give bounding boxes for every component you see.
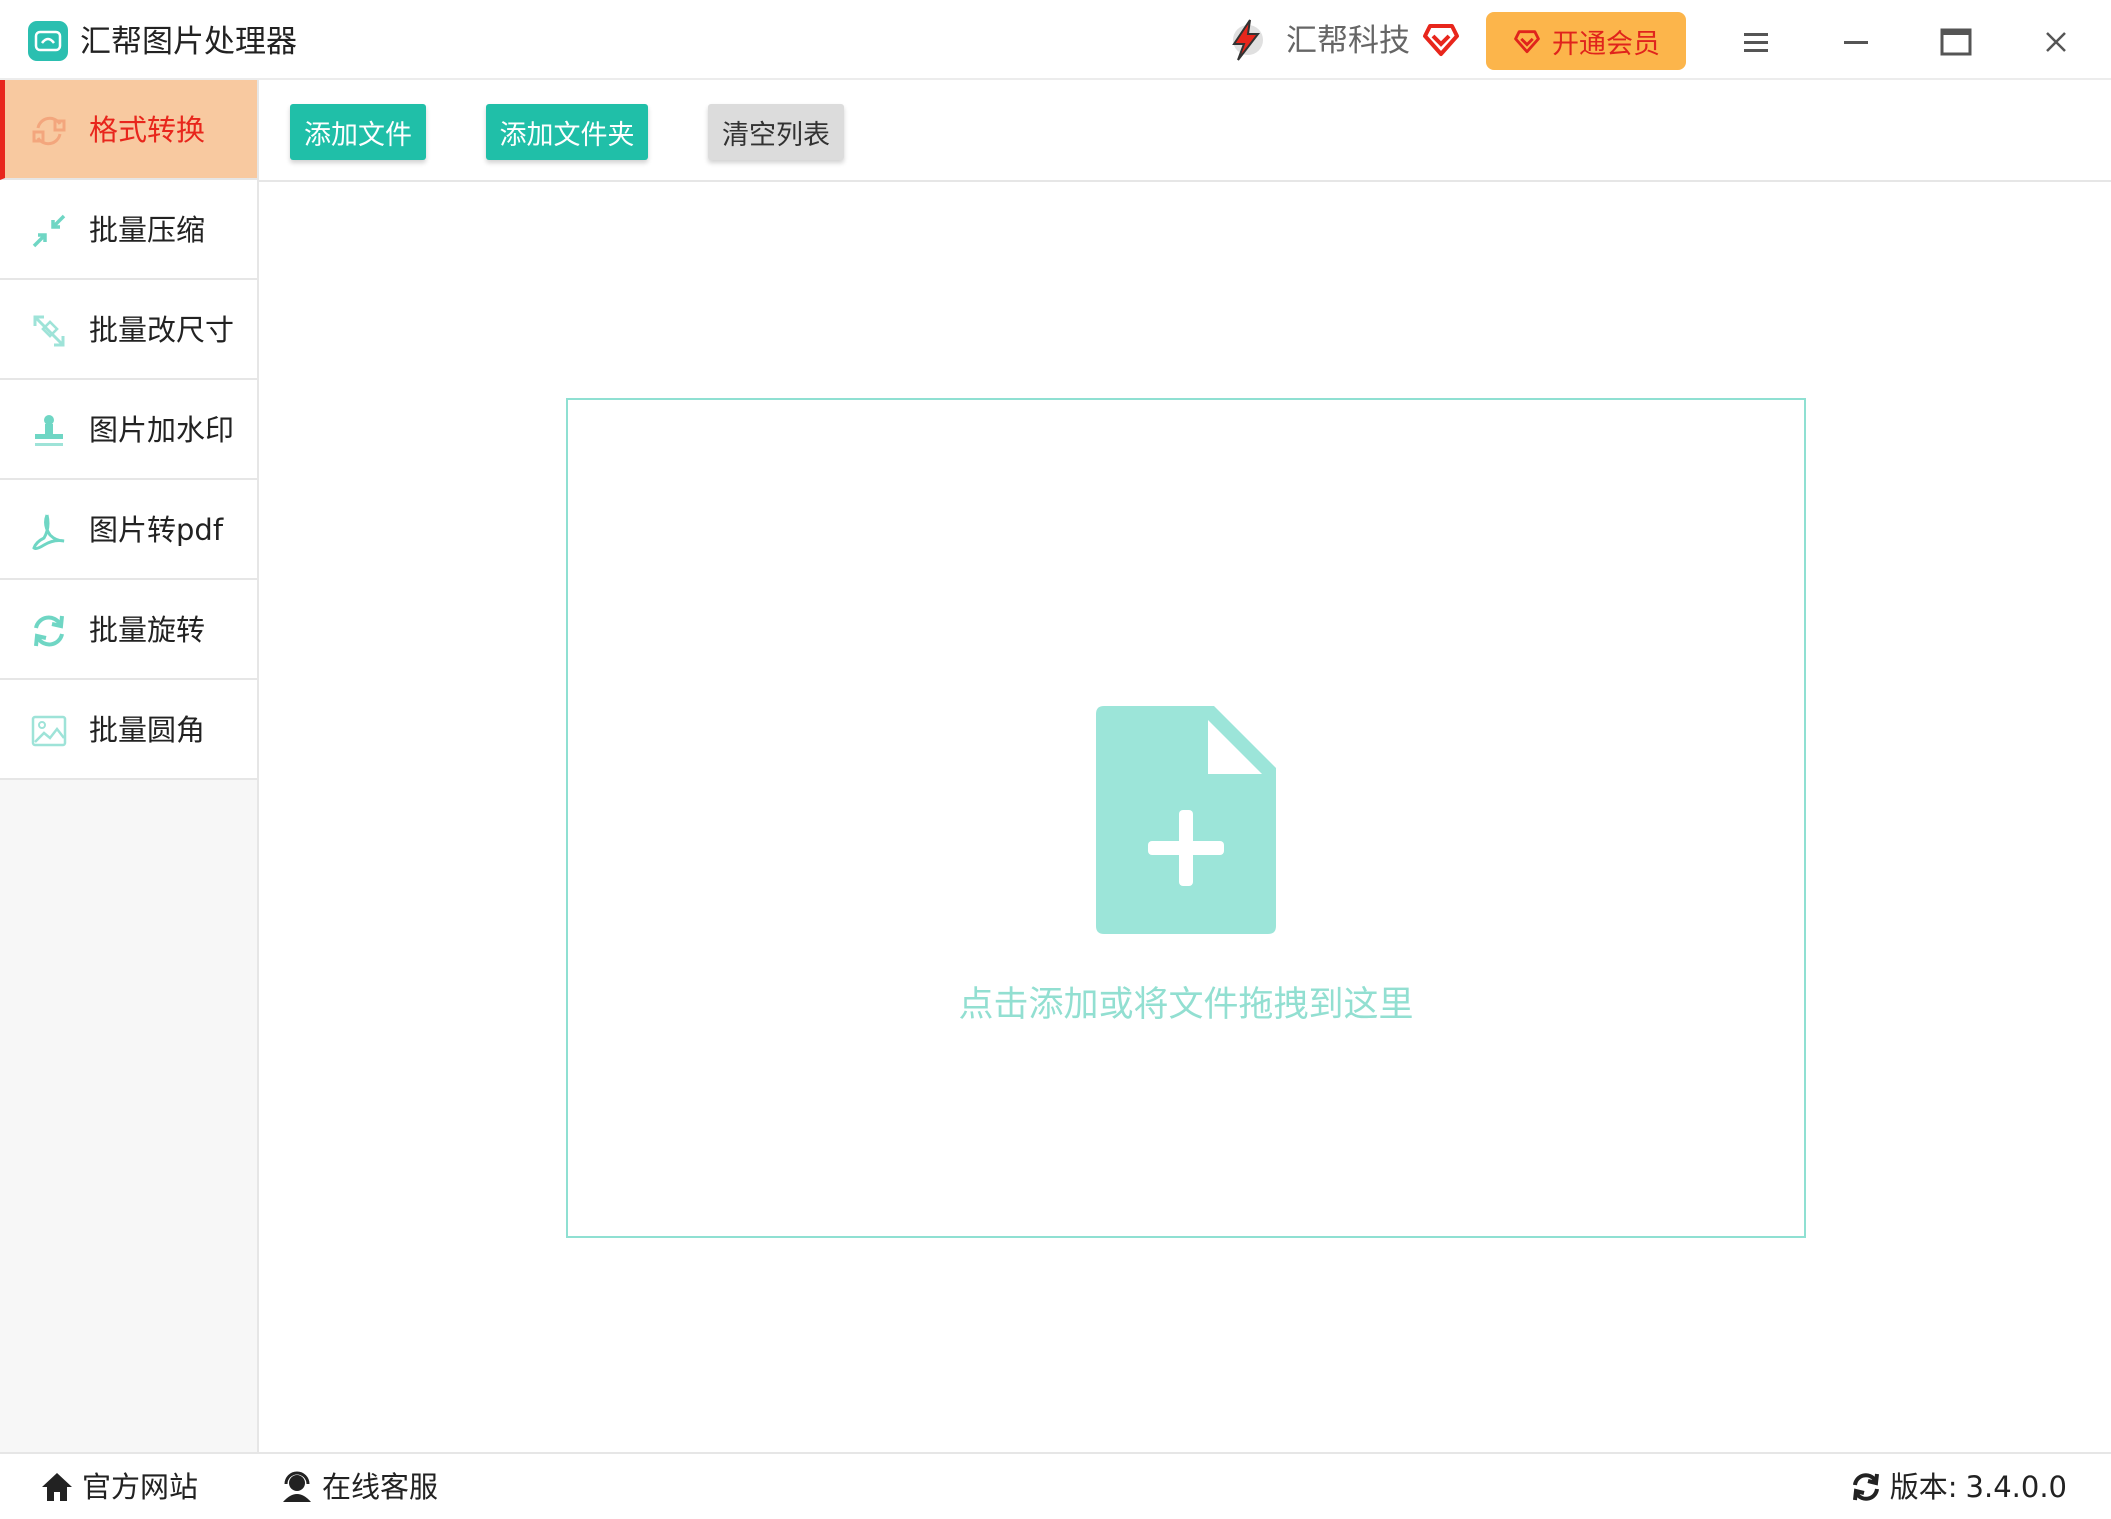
sidebar-item-format-convert[interactable]: 格式转换 xyxy=(0,80,257,180)
sidebar-item-label: 批量圆角 xyxy=(89,713,206,747)
sidebar-item-to-pdf[interactable]: 图片转pdf xyxy=(0,480,257,580)
brand-logo-icon xyxy=(1232,19,1263,61)
watermark-icon xyxy=(35,415,63,446)
drop-hint-text: 点击添加或将文件拖拽到这里 xyxy=(958,985,1414,1025)
support-label: 在线客服 xyxy=(322,1470,439,1504)
brand-name: 汇帮科技 xyxy=(1286,23,1410,59)
sidebar-item-label: 图片转pdf xyxy=(89,513,224,547)
file-drop-zone[interactable]: 点击添加或将文件拖拽到这里 xyxy=(566,398,1806,1238)
sidebar-item-batch-compress[interactable]: 批量压缩 xyxy=(0,180,257,280)
convert-icon xyxy=(32,116,66,146)
version-label: 版本: xyxy=(1889,1470,1958,1504)
sidebar-item-batch-rotate[interactable]: 批量旋转 xyxy=(0,580,257,680)
main-area: 点击添加或将文件拖拽到这里 xyxy=(259,182,2111,1452)
sidebar-item-batch-resize[interactable]: 批量改尺寸 xyxy=(0,280,257,380)
add-file-icon xyxy=(1096,706,1276,934)
version-info: 版本: 3.4.0.0 xyxy=(1850,1468,2067,1506)
compress-icon xyxy=(32,214,66,248)
home-icon xyxy=(42,1473,72,1501)
add-file-button[interactable]: 添加文件 xyxy=(290,104,426,160)
status-bar: 官方网站 在线客服 版本: 3.4.0.0 xyxy=(0,1452,2111,1519)
refresh-icon xyxy=(1852,1473,1879,1501)
app-logo-icon xyxy=(28,21,68,61)
menu-button[interactable] xyxy=(1734,20,1778,64)
minimize-button[interactable] xyxy=(1834,20,1878,64)
sidebar: 格式转换 批量压缩 批量改尺寸 图片加水印 图片转pdf 批量旋转 批量圆角 xyxy=(0,80,259,1452)
maximize-icon xyxy=(1940,28,1972,56)
minimize-icon xyxy=(1844,41,1868,44)
maximize-button[interactable] xyxy=(1934,20,1978,64)
version-number: 3.4.0.0 xyxy=(1965,1470,2067,1504)
sidebar-item-label: 格式转换 xyxy=(89,113,206,147)
title-bar: 汇帮图片处理器 汇帮科技 开通会员 xyxy=(0,0,2111,80)
toolbar: 添加文件 添加文件夹 清空列表 xyxy=(259,80,2111,182)
diamond-heart-icon[interactable] xyxy=(1420,18,1462,60)
app-title: 汇帮图片处理器 xyxy=(80,24,297,60)
hamburger-icon xyxy=(1744,33,1768,52)
sidebar-item-label: 图片加水印 xyxy=(89,413,235,447)
resize-icon xyxy=(33,315,65,347)
customer-service-icon xyxy=(283,1471,311,1502)
sidebar-item-label: 批量改尺寸 xyxy=(89,313,235,347)
pdf-icon xyxy=(32,514,65,550)
sidebar-item-label: 批量旋转 xyxy=(89,613,206,647)
rotate-icon xyxy=(34,615,64,647)
sidebar-item-label: 批量压缩 xyxy=(89,213,206,247)
sidebar-item-round-corner[interactable]: 批量圆角 xyxy=(0,680,257,780)
sidebar-item-watermark[interactable]: 图片加水印 xyxy=(0,380,257,480)
close-icon xyxy=(2046,32,2066,52)
website-label: 官方网站 xyxy=(82,1470,199,1504)
vip-label: 开通会员 xyxy=(1552,28,1660,60)
diamond-heart-icon xyxy=(1514,30,1540,54)
add-folder-button[interactable]: 添加文件夹 xyxy=(486,104,648,160)
official-website-link[interactable]: 官方网站 xyxy=(40,1468,198,1506)
vip-button[interactable]: 开通会员 xyxy=(1486,12,1686,70)
close-button[interactable] xyxy=(2034,20,2078,64)
clear-list-button[interactable]: 清空列表 xyxy=(708,104,844,160)
round-corner-icon xyxy=(31,715,67,747)
online-support-link[interactable]: 在线客服 xyxy=(280,1468,438,1506)
